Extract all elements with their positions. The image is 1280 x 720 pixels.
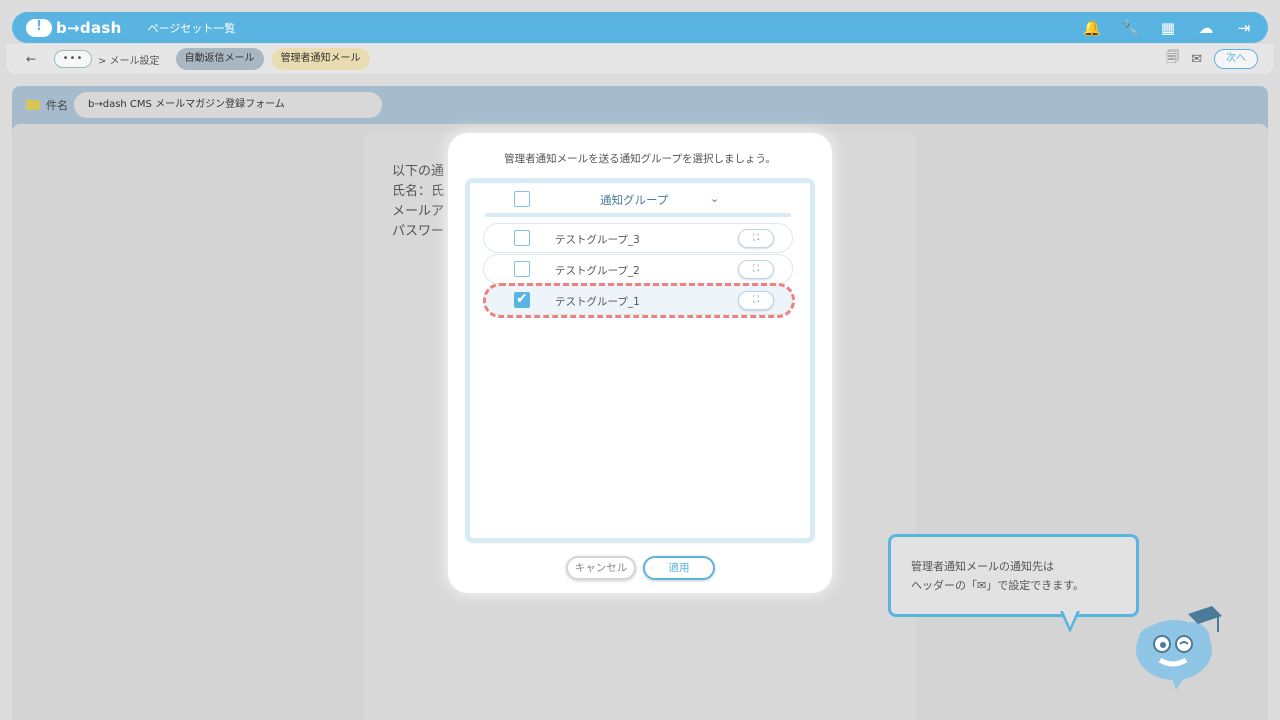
support-icon[interactable]: ☁ — [1196, 18, 1216, 38]
group-name: テストグループ_3 — [555, 234, 640, 246]
logo-cloud-icon — [26, 18, 52, 37]
back-arrow-icon[interactable]: ← — [26, 52, 40, 66]
mail-settings-icon[interactable]: ✉ — [1191, 52, 1202, 67]
subject-input[interactable]: b→dash CMS メールマガジン登録フォーム — [74, 92, 382, 118]
logo-text: b→dash — [56, 18, 122, 37]
mail-body-line: 氏名：氏 — [392, 184, 445, 199]
apply-button[interactable]: 適用 — [643, 556, 715, 580]
tooltip-line: 管理者通知メールの通知先は — [911, 560, 1054, 573]
tooltip-tail-inner — [1063, 611, 1077, 627]
tab-auto-reply-mail[interactable]: 自動返信メール — [175, 48, 264, 70]
breadcrumb: > メール設定 — [98, 55, 160, 67]
column-header-group[interactable]: 通知グループ — [600, 192, 668, 208]
mascot-icon — [1136, 606, 1222, 690]
logout-icon[interactable]: ⇥ — [1234, 18, 1254, 38]
subject-row: 件名 b→dash CMS メールマガジン登録フォーム — [26, 92, 382, 118]
apps-grid-icon[interactable]: ▦ — [1158, 18, 1178, 38]
group-list-header: 通知グループ ⌄ — [470, 183, 810, 217]
wrench-icon[interactable]: 🔧 — [1120, 18, 1140, 38]
next-button[interactable]: 次へ — [1214, 49, 1258, 69]
breadcrumb-bar: ← ••• > メール設定 自動返信メール 管理者通知メール 🗐 ✉ 次へ — [6, 44, 1274, 74]
group-list: 通知グループ ⌄ テストグループ_3 ⛶ テストグループ_2 ⛶ テストグループ… — [465, 178, 815, 543]
page-title[interactable]: ページセット一覧 — [148, 20, 236, 36]
bell-icon[interactable]: 🔔 — [1082, 18, 1102, 38]
modal-title: 管理者通知メールを送る通知グループを選択しましょう。 — [504, 153, 776, 165]
expand-button[interactable]: ⛶ — [738, 260, 774, 279]
chevron-down-icon[interactable]: ⌄ — [710, 192, 719, 205]
row-checkbox[interactable] — [514, 230, 530, 246]
row-checkbox[interactable] — [514, 261, 530, 277]
list-item[interactable]: テストグループ_3 ⛶ — [483, 223, 793, 253]
header-icons: 🔔 🔧 ▦ ☁ ⇥ — [1082, 18, 1254, 38]
notify-group-modal: 管理者通知メールを送る通知グループを選択しましょう。 通知グループ ⌄ テストグ… — [448, 133, 832, 593]
mail-body-line: 以下の通 — [392, 164, 445, 179]
cancel-button[interactable]: キャンセル — [566, 556, 636, 580]
tooltip-line: ヘッダーの「✉」で設定できます。 — [911, 579, 1085, 592]
copy-check-icon[interactable]: 🗐 — [1166, 48, 1179, 70]
envelope-icon — [26, 100, 40, 110]
list-item[interactable]: テストグループ_2 ⛶ — [483, 254, 793, 284]
select-all-checkbox[interactable] — [514, 191, 530, 207]
brand-logo[interactable]: b→dash — [26, 18, 122, 37]
expand-button[interactable]: ⛶ — [738, 229, 774, 248]
subject-label: 件名 — [46, 99, 68, 112]
tab-admin-notify-mail[interactable]: 管理者通知メール — [271, 48, 370, 70]
group-name: テストグループ_2 — [555, 265, 640, 277]
mail-body-line: メールア — [392, 204, 445, 219]
breadcrumb-more-button[interactable]: ••• — [54, 50, 92, 68]
app-header: b→dash ページセット一覧 🔔 🔧 ▦ ☁ ⇥ — [12, 12, 1268, 43]
header-divider — [485, 213, 791, 217]
guide-tooltip: 管理者通知メールの通知先は ヘッダーの「✉」で設定できます。 — [888, 534, 1139, 617]
highlight-dashed-outline — [483, 283, 795, 318]
mail-body-text: 以下の通 氏名：氏 メールア パスワー — [392, 162, 444, 242]
mail-body-line: パスワー — [392, 224, 445, 239]
